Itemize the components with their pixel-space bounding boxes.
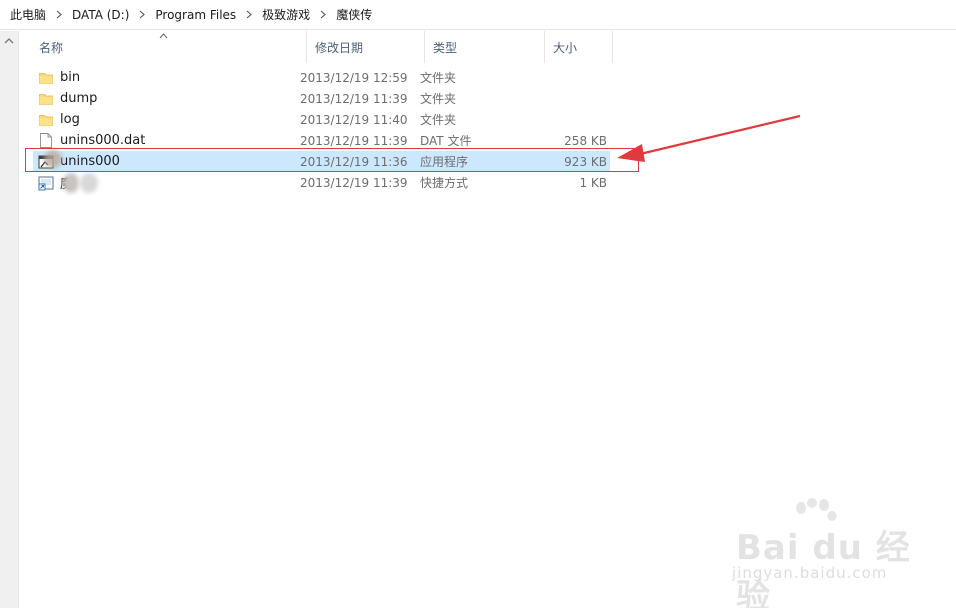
file-row-bin[interactable]: bin 2013/12/19 12:59 文件夹 (33, 67, 610, 88)
chevron-right-icon[interactable] (46, 0, 72, 30)
file-type: 文件夹 (420, 92, 457, 106)
chevron-right-icon[interactable] (310, 0, 336, 30)
file-type: 快捷方式 (420, 176, 469, 190)
file-name: dump (60, 91, 98, 106)
file-type: 文件夹 (420, 113, 457, 127)
breadcrumb-this-pc[interactable]: 此电脑 (10, 6, 46, 23)
folder-icon (38, 67, 54, 88)
chevron-right-icon[interactable] (129, 0, 155, 30)
file-name: log (60, 112, 80, 127)
navigation-scrollbar[interactable] (0, 31, 19, 608)
file-size: 923 KB (564, 154, 607, 169)
file-type: 文件夹 (420, 71, 457, 85)
shortcut-icon (38, 172, 54, 193)
annotation-arrow-icon (617, 114, 801, 162)
column-header-row: 名称 修改日期 类型 大小 (19, 31, 956, 63)
chevron-right-icon[interactable] (236, 0, 262, 30)
column-header-date-modified[interactable]: 修改日期 (307, 31, 425, 63)
paw-logo-icon (796, 498, 837, 521)
file-date: 2013/12/19 12:59 (300, 70, 408, 85)
watermark-url: jingyan.baidu.com (732, 564, 888, 582)
file-row-shortcut[interactable]: 魔 2013/12/19 11:39 快捷方式 1 KB (33, 172, 610, 193)
scroll-up-arrow-icon[interactable] (4, 37, 14, 45)
file-date: 2013/12/19 11:36 (300, 154, 408, 169)
redaction-blur (63, 173, 79, 193)
breadcrumb-moxiazhuan[interactable]: 魔侠传 (336, 6, 372, 23)
file-row-unins000-dat[interactable]: unins000.dat 2013/12/19 11:39 DAT 文件 258… (33, 130, 610, 151)
scrollbar-track[interactable] (5, 57, 14, 608)
watermark-brand: Bai du 经验 (736, 528, 911, 608)
redaction-blur (44, 150, 62, 168)
file-type: 应用程序 (420, 155, 469, 169)
column-header-type[interactable]: 类型 (425, 31, 545, 63)
redaction-blur (80, 173, 98, 193)
file-row-unins000-exe[interactable]: unins000 2013/12/19 11:36 应用程序 923 KB (33, 151, 610, 172)
file-date: 2013/12/19 11:39 (300, 175, 408, 190)
folder-icon (38, 88, 54, 109)
file-date: 2013/12/19 11:39 (300, 91, 408, 106)
file-date: 2013/12/19 11:39 (300, 133, 408, 148)
file-name: bin (60, 70, 81, 85)
file-row-log[interactable]: log 2013/12/19 11:40 文件夹 (33, 109, 610, 130)
file-type: DAT 文件 (420, 134, 472, 148)
column-header-size[interactable]: 大小 (545, 31, 613, 63)
column-header-name[interactable]: 名称 (31, 31, 307, 63)
file-name: unins000 (60, 154, 120, 169)
folder-icon (38, 109, 54, 130)
file-date: 2013/12/19 11:40 (300, 112, 408, 127)
breadcrumb-program-files[interactable]: Program Files (155, 8, 236, 22)
file-name: unins000.dat (60, 133, 146, 148)
breadcrumb-data-drive[interactable]: DATA (D:) (72, 8, 129, 22)
breadcrumb: 此电脑 DATA (D:) Program Files 极致游戏 魔侠传 (0, 0, 956, 30)
file-row-dump[interactable]: dump 2013/12/19 11:39 文件夹 (33, 88, 610, 109)
file-size: 258 KB (564, 133, 607, 148)
file-icon (38, 130, 54, 151)
breadcrumb-jizhi-youxi[interactable]: 极致游戏 (262, 6, 310, 23)
file-size: 1 KB (579, 175, 607, 190)
baidu-jingyan-watermark: Bai du 经验 jingyan.baidu.com (728, 498, 928, 608)
